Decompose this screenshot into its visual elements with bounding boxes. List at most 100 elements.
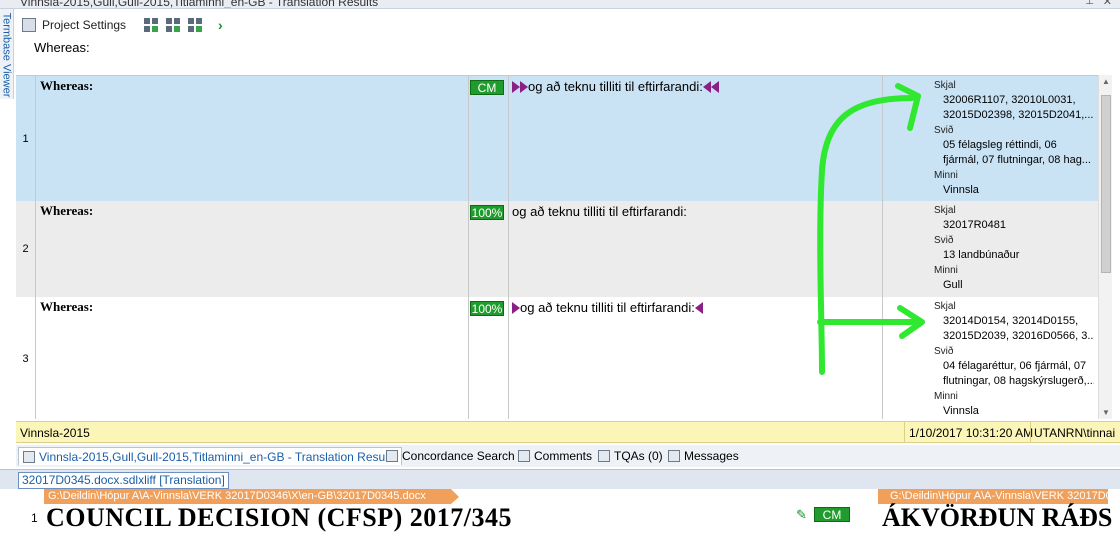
scrollbar-thumb[interactable] [1101,95,1111,273]
project-settings-label: Project Settings [42,18,127,32]
column-divider [882,201,883,297]
column-divider [468,201,469,297]
translation-results-grid: 1 Whereas: CM og að teknu tilliti til ef… [16,75,1098,419]
tm-name: Vinnsla-2015 [20,426,90,440]
tag-close-icon [694,301,703,314]
skjal-value: 32017R0481 [943,219,1007,231]
result-user: UTANRN\tinnai [1034,426,1116,440]
arrow-right-icon: › [218,17,223,33]
result-row[interactable]: 3 Whereas: 100% og að teknu tilliti til … [16,297,1098,419]
project-settings-button[interactable]: Project Settings [22,16,126,34]
svid-value: fjármál, 07 flutningar, 08 hag... [943,154,1091,166]
result-target: og að teknu tilliti til eftirfarandi: [512,79,719,94]
termbase-viewer-side-tab[interactable]: Termbase Viewer [0,9,14,99]
svid-value: 13 landbúnaður [943,249,1020,261]
grid-icon [144,18,158,32]
tqa-icon [598,450,610,462]
column-divider [508,76,509,201]
column-divider [882,76,883,201]
status-divider [1030,422,1031,442]
result-row[interactable]: 2 Whereas: 100% og að teknu tilliti til … [16,201,1098,297]
tag-open-icon [512,80,520,93]
view-options-button-3[interactable] [188,16,202,34]
scroll-up-icon[interactable]: ▲ [1102,77,1110,86]
grid-up-icon [188,18,202,32]
svid-label: Svið [934,125,954,136]
tag-open-icon [520,80,528,93]
result-source: Whereas: [40,299,94,314]
skjal-value: 32014D0154, 32014D0155, [943,315,1079,327]
tab-messages[interactable]: Messages [668,447,739,465]
result-metadata: Skjal 32006R1107, 32010L0031, 32015D0239… [934,78,1094,198]
document-tab[interactable]: 32017D0345.docx.sdlxliff [Translation] [18,472,229,489]
skjal-label: Skjal [934,301,956,312]
row-number: 3 [16,297,36,419]
view-options-button-1[interactable] [144,16,158,34]
toolbar: Project Settings › [16,12,1120,38]
panel-title: Vinnsla-2015,Gull,Gull-2015,Titlaminni_e… [20,0,379,9]
close-icon[interactable]: ✕ [1103,0,1112,8]
minni-label: Minni [934,391,958,402]
skjal-value: 32006R1107, 32010L0031, [943,94,1076,106]
panel-title-bar: Vinnsla-2015,Gull,Gull-2015,Titlaminni_e… [0,0,1120,9]
result-source: Whereas: [40,203,94,218]
results-scrollbar[interactable]: ▲ ▼ [1098,75,1112,419]
tab-label: Messages [684,449,739,463]
concordance-icon [386,450,398,462]
skjal-value: 32015D02398, 32015D2041,... [943,109,1094,121]
svid-label: Svið [934,346,954,357]
skjal-label: Skjal [934,205,956,216]
row-number: 1 [16,76,36,201]
match-badge: 100% [470,301,504,316]
tab-label: Vinnsla-2015,Gull,Gull-2015,Titlaminni_e… [39,449,398,464]
pin-icon[interactable]: ⊥ [1085,0,1094,7]
tab-translation-results[interactable]: Vinnsla-2015,Gull,Gull-2015,Titlaminni_e… [18,447,403,465]
skjal-value: 32015D2039, 32016D0566, 3... [943,330,1094,342]
column-divider [468,76,469,201]
tab-comments[interactable]: Comments [518,447,592,465]
tag-close-icon [710,80,719,93]
editor-tab-bar: 32017D0345.docx.sdlxliff [Translation] [0,469,1120,489]
skjal-label: Skjal [934,80,956,91]
result-metadata: Skjal 32014D0154, 32014D0155, 32015D2039… [934,299,1094,419]
result-target: og að teknu tilliti til eftirfarandi: [512,300,703,315]
svid-label: Svið [934,235,954,246]
pencil-icon: ✎ [796,507,807,522]
source-file-path: G:\Deildin\Hópur A\A-Vinnsla\VERK 32017D… [44,489,459,504]
target-text: og að teknu tilliti til eftirfarandi: [520,300,695,315]
current-source-text: Whereas: [34,40,90,55]
tag-close-icon [702,80,711,93]
tab-label: TQAs (0) [614,449,663,463]
grid-down-icon [166,18,180,32]
view-options-button-2[interactable] [166,16,180,34]
comments-icon [518,450,530,462]
tag-open-icon [512,301,520,314]
tab-label: Concordance Search [402,449,515,463]
tab-concordance-search[interactable]: Concordance Search [386,447,515,465]
bottom-tab-strip: Vinnsla-2015,Gull,Gull-2015,Titlaminni_e… [16,445,1120,467]
svid-value: flutningar, 08 hagskýrslugerð,... [943,375,1094,387]
apply-result-button[interactable]: › [218,16,223,34]
settings-icon [22,18,36,32]
minni-label: Minni [934,265,958,276]
row-number: 2 [16,201,36,297]
segment-target[interactable]: ÁKVÖRÐUN RÁÐS [882,503,1112,533]
scroll-down-icon[interactable]: ▼ [1102,408,1110,417]
column-divider [508,297,509,419]
target-text: og að teknu tilliti til eftirfarandi: [512,204,687,219]
segment-source[interactable]: COUNCIL DECISION (CFSP) 2017/345 [46,503,512,533]
segment-number: 1 [31,511,38,525]
svid-value: 05 félagsleg réttindi, 06 [943,139,1057,151]
match-badge: CM [470,80,504,95]
termbase-viewer-label: Termbase Viewer [0,12,13,98]
tab-tqas[interactable]: TQAs (0) [598,447,663,465]
svid-value: 04 félagaréttur, 06 fjármál, 07 [943,360,1087,372]
translation-results-icon [23,450,35,463]
result-date: 1/10/2017 10:31:20 AM [909,426,1034,440]
minni-value: Vinnsla [943,184,979,196]
editor-pane: G:\Deildin\Hópur A\A-Vinnsla\VERK 32017D… [16,489,1120,532]
minni-value: Vinnsla [943,405,979,417]
match-badge: 100% [470,205,504,220]
result-target: og að teknu tilliti til eftirfarandi: [512,204,687,219]
result-row[interactable]: 1 Whereas: CM og að teknu tilliti til ef… [16,76,1098,201]
